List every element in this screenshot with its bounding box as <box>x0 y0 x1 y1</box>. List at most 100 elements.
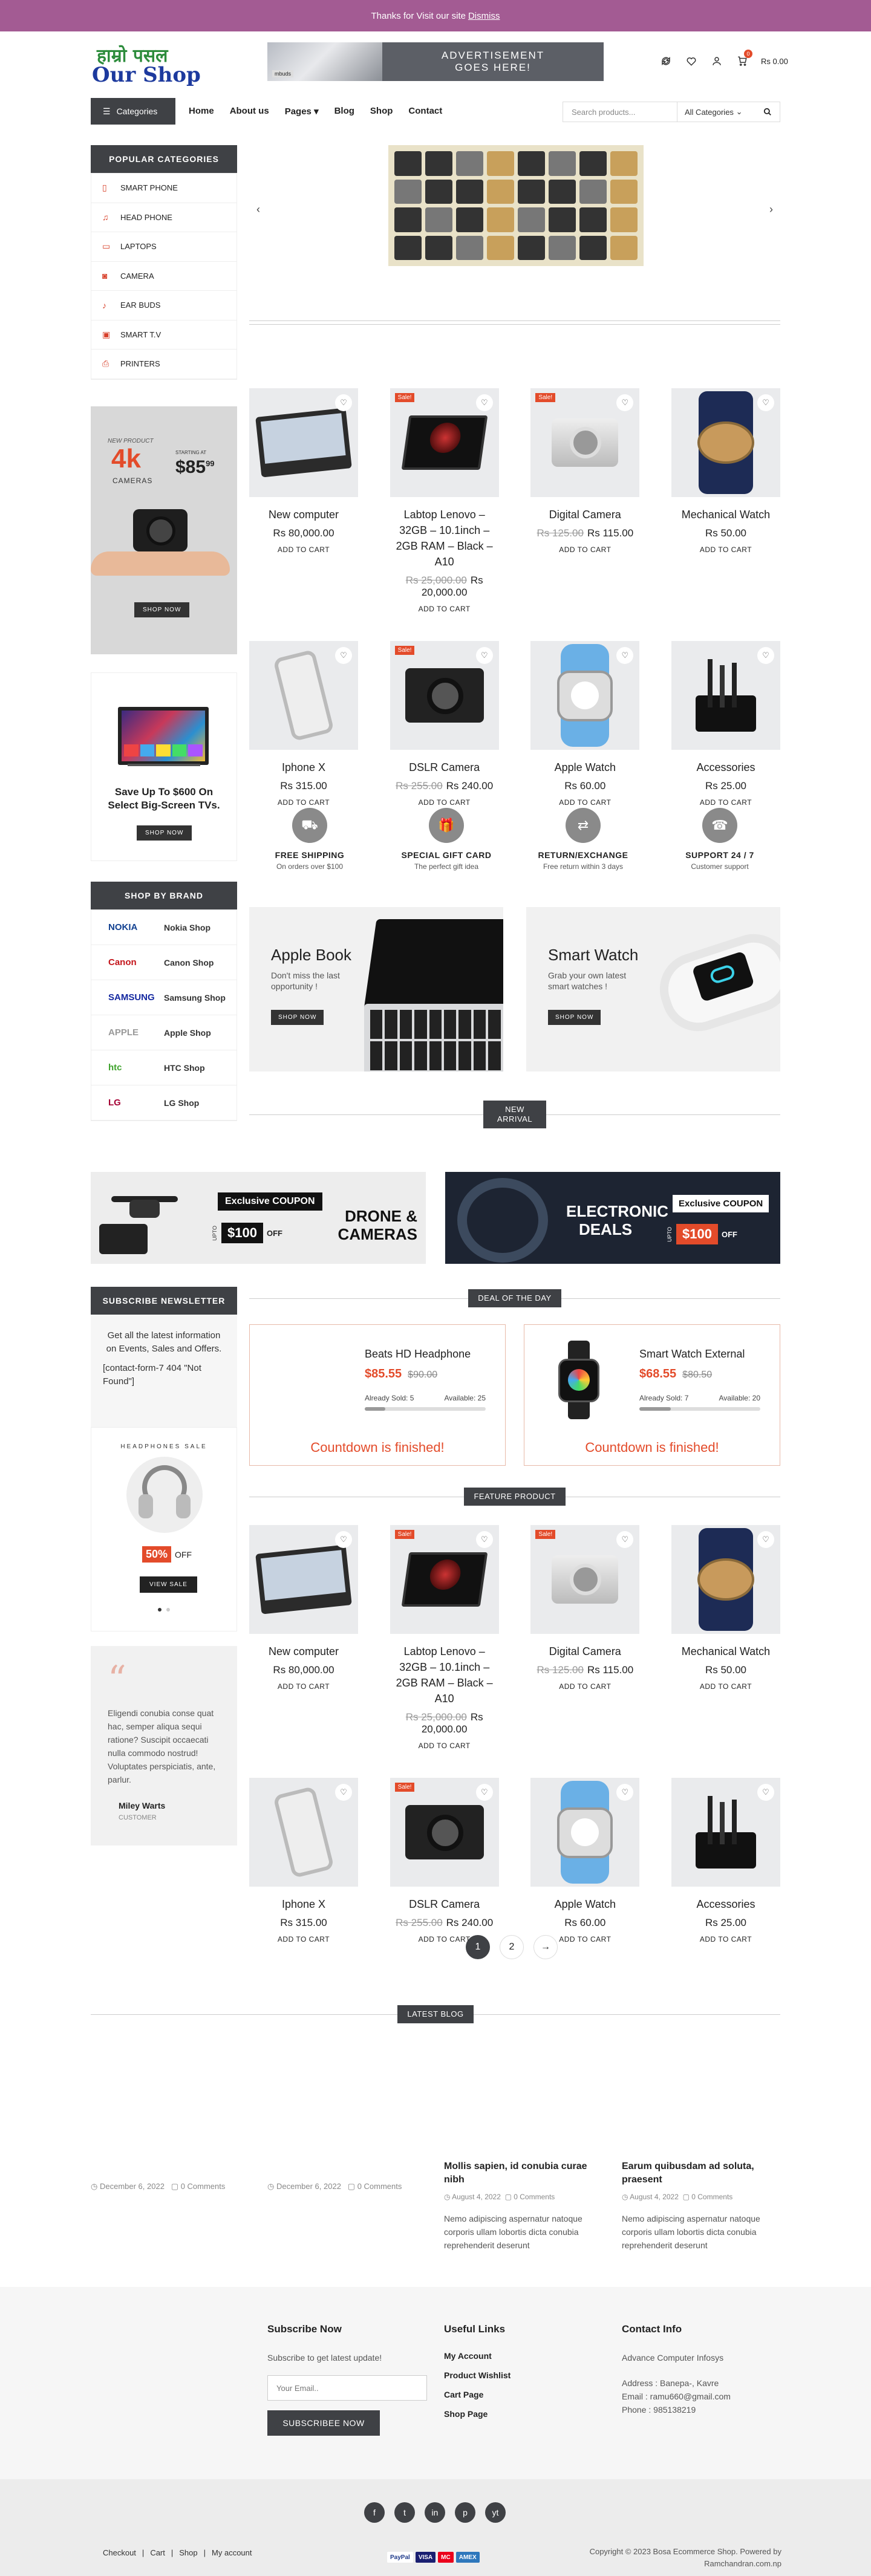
brand-item[interactable]: APPLE Apple Shop <box>91 1015 237 1050</box>
product-name[interactable]: Iphone X <box>249 1896 358 1912</box>
user-account-icon[interactable] <box>710 54 723 68</box>
product-image[interactable]: ♡ <box>530 1778 640 1887</box>
add-to-cart-button[interactable]: ADD TO CART <box>700 1935 752 1945</box>
footer-link-wishlist[interactable]: Product Wishlist <box>444 2370 511 2380</box>
deal-card[interactable]: Smart Watch External $68.55 $80.50 Alread… <box>524 1324 780 1466</box>
view-sale-button[interactable]: VIEW SALE <box>140 1576 197 1593</box>
brand-item[interactable]: NOKIA Nokia Shop <box>91 910 237 945</box>
product-image[interactable]: Sale! ♡ <box>390 1525 499 1634</box>
product-card[interactable]: ♡ New computer Rs 80,000.00 ADD TO CART <box>249 1525 358 1751</box>
subscribe-button[interactable]: SUBSCRIBEE NOW <box>267 2410 380 2436</box>
product-image[interactable]: Sale! ♡ <box>390 388 499 497</box>
product-image[interactable]: Sale! ♡ <box>390 641 499 750</box>
deal-card[interactable]: Beats HD Headphone $85.55 $90.00 Already … <box>249 1324 506 1466</box>
product-image[interactable]: ♡ <box>671 1525 780 1634</box>
wishlist-heart-icon[interactable]: ♡ <box>335 1784 352 1801</box>
product-name[interactable]: Apple Watch <box>530 1896 639 1912</box>
wishlist-heart-icon[interactable]: ♡ <box>475 1784 493 1801</box>
category-smart-phone[interactable]: ▯ SMART PHONE <box>91 174 237 203</box>
category-laptops[interactable]: ▭ LAPTOPS <box>91 232 237 262</box>
wishlist-heart-icon[interactable] <box>685 54 698 68</box>
product-name[interactable]: Digital Camera <box>530 507 639 522</box>
add-to-cart-button[interactable]: ADD TO CART <box>559 545 611 555</box>
blog-date[interactable]: August 4, 2022 <box>452 2193 501 2201</box>
carousel-dot[interactable] <box>166 1608 170 1612</box>
product-name[interactable]: Apple Watch <box>530 759 639 775</box>
tv-shop-now-button[interactable]: SHOP NOW <box>137 825 192 841</box>
slider-prev-arrow-icon[interactable]: ‹ <box>256 203 260 216</box>
product-card[interactable]: ♡ Iphone X Rs 315.00 ADD TO CART <box>249 641 358 808</box>
add-to-cart-button[interactable]: ADD TO CART <box>559 1935 611 1945</box>
product-image[interactable]: ♡ <box>530 641 640 750</box>
product-image[interactable]: Sale! ♡ <box>530 1525 640 1634</box>
category-printers[interactable]: ⎙ PRINTERS <box>91 350 237 379</box>
wishlist-heart-icon[interactable]: ♡ <box>335 647 352 664</box>
blog-date[interactable]: December 6, 2022 <box>276 2182 341 2191</box>
brand-item[interactable]: Canon Canon Shop <box>91 945 237 980</box>
cart-icon[interactable]: 0 <box>736 50 752 68</box>
camera-promo-banner[interactable]: NEW PRODUCT 4k CAMERAS STARTING AT $8599… <box>91 406 237 654</box>
carousel-dot-active[interactable] <box>158 1608 161 1612</box>
product-name[interactable]: DSLR Camera <box>390 759 499 775</box>
category-camera[interactable]: ◙ CAMERA <box>91 262 237 291</box>
product-name[interactable]: New computer <box>249 1644 358 1659</box>
add-to-cart-button[interactable]: ADD TO CART <box>419 1935 471 1945</box>
bottom-link-cart[interactable]: Cart <box>150 2548 165 2557</box>
logo-text[interactable]: Our Shop <box>92 63 201 87</box>
product-card[interactable]: Sale! ♡ Digital Camera Rs 125.00 Rs 115.00 AD… <box>530 388 640 614</box>
wishlist-heart-icon[interactable]: ♡ <box>757 394 774 411</box>
product-card[interactable]: ♡ Iphone X Rs 315.00 ADD TO CART <box>249 1778 358 1945</box>
product-name[interactable]: Mechanical Watch <box>671 507 780 522</box>
product-name[interactable]: DSLR Camera <box>390 1896 499 1912</box>
product-image[interactable]: Sale! ♡ <box>390 1778 499 1887</box>
brand-label[interactable]: HTC Shop <box>164 1063 205 1073</box>
brand-item[interactable]: SAMSUNG Samsung Shop <box>91 980 237 1015</box>
product-name[interactable]: Digital Camera <box>530 1644 639 1659</box>
bottom-link-shop[interactable]: Shop <box>179 2548 197 2557</box>
product-image[interactable]: Sale! ♡ <box>530 388 640 497</box>
product-name[interactable]: Labtop Lenovo – 32GB – 10.1inch – 2GB RA… <box>390 507 499 570</box>
product-card[interactable]: ♡ Mechanical Watch Rs 50.00 ADD TO CART <box>671 1525 780 1751</box>
blog-comments[interactable]: 0 Comments <box>181 2182 226 2191</box>
cart-amount[interactable]: Rs 0.00 <box>761 57 788 66</box>
deal-product-name[interactable]: Beats HD Headphone <box>365 1348 471 1361</box>
wishlist-heart-icon[interactable]: ♡ <box>616 647 634 664</box>
header-advertisement[interactable]: mbuds ADVERTISEMENT GOES HERE! <box>267 42 604 81</box>
blog-date[interactable]: December 6, 2022 <box>100 2182 165 2191</box>
add-to-cart-button[interactable]: ADD TO CART <box>559 798 611 808</box>
page-1[interactable]: 1 <box>466 1935 490 1959</box>
add-to-cart-button[interactable]: ADD TO CART <box>278 1935 330 1945</box>
product-image[interactable]: ♡ <box>671 1778 780 1887</box>
wishlist-heart-icon[interactable]: ♡ <box>757 647 774 664</box>
category-ear-buds[interactable]: ♪ EAR BUDS <box>91 291 237 320</box>
add-to-cart-button[interactable]: ADD TO CART <box>559 1682 611 1692</box>
add-to-cart-button[interactable]: ADD TO CART <box>700 798 752 808</box>
wishlist-heart-icon[interactable]: ♡ <box>475 394 493 411</box>
brand-label[interactable]: LG Shop <box>164 1098 199 1108</box>
product-card[interactable]: ♡ Apple Watch Rs 60.00 ADD TO CART <box>530 641 640 808</box>
wishlist-heart-icon[interactable]: ♡ <box>335 1531 352 1548</box>
next-page-arrow-icon[interactable]: → <box>533 1935 558 1959</box>
electronic-deals-coupon-banner[interactable]: ELECTRONIC DEALS Exclusive COUPON UPTO $… <box>445 1172 780 1264</box>
bottom-link-checkout[interactable]: Checkout <box>103 2548 136 2557</box>
wishlist-heart-icon[interactable]: ♡ <box>475 1531 493 1548</box>
credit-link[interactable]: Ramchandran.com.np <box>704 2559 781 2568</box>
wishlist-heart-icon[interactable]: ♡ <box>616 1531 634 1548</box>
categories-button[interactable]: ☰ Categories <box>91 98 175 125</box>
category-smart-tv[interactable]: ▣ SMART T.V <box>91 320 237 350</box>
add-to-cart-button[interactable]: ADD TO CART <box>419 605 471 614</box>
nav-blog[interactable]: Blog <box>334 106 354 117</box>
nav-pages[interactable]: Pages ▾ <box>285 106 319 117</box>
brand-label[interactable]: Nokia Shop <box>164 923 210 932</box>
add-to-cart-button[interactable]: ADD TO CART <box>278 1682 330 1692</box>
wishlist-heart-icon[interactable]: ♡ <box>616 1784 634 1801</box>
wishlist-heart-icon[interactable]: ♡ <box>475 647 493 664</box>
product-image[interactable]: ♡ <box>671 388 780 497</box>
facebook-icon[interactable]: f <box>364 2502 385 2523</box>
product-card[interactable]: Sale! ♡ Labtop Lenovo – 32GB – 10.1inch – … <box>390 388 499 614</box>
product-image[interactable]: ♡ <box>249 1778 358 1887</box>
page-2[interactable]: 2 <box>500 1935 524 1959</box>
footer-link-my-account[interactable]: My Account <box>444 2351 511 2361</box>
product-card[interactable]: ♡ Mechanical Watch Rs 50.00 ADD TO CART <box>671 388 780 614</box>
brand-label[interactable]: Samsung Shop <box>164 993 226 1003</box>
